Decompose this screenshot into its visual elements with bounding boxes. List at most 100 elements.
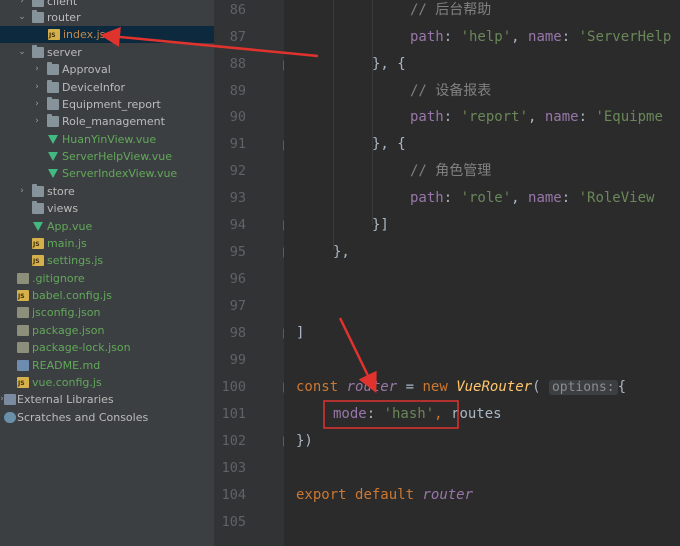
code-punct: : — [561, 29, 579, 45]
folder-icon — [47, 62, 59, 75]
tree-item-label: router — [47, 11, 81, 24]
js-file-icon — [17, 290, 29, 301]
tree-item-label: views — [47, 202, 79, 215]
code-property: path — [410, 109, 444, 125]
tree-item-label: Scratches and Consoles — [17, 411, 149, 424]
folder-icon — [47, 97, 59, 110]
tree-folder-deviceinfor[interactable]: › DeviceInfor — [0, 79, 214, 96]
code-property: name — [544, 109, 579, 125]
code-punct: ( — [532, 379, 541, 395]
tree-file-package-json[interactable]: package.json — [0, 322, 214, 339]
js-file-icon — [17, 377, 29, 388]
line-number: 98 — [229, 325, 246, 341]
tree-item-label: Role_management — [62, 115, 165, 128]
md-file-icon — [17, 360, 29, 371]
tree-item-label: ServerHelpView.vue — [62, 150, 172, 163]
code-line-95: }, — [333, 244, 350, 260]
tree-item-label: index.js — [63, 28, 106, 41]
tree-item-label: DeviceInfor — [62, 81, 125, 94]
code-keyword: export — [296, 487, 347, 503]
code-punct: { — [617, 379, 626, 395]
line-number: 90 — [229, 109, 246, 125]
folder-icon — [47, 80, 59, 93]
tree-file-settings-js[interactable]: settings.js — [0, 252, 214, 269]
tree-file-serverhelpview[interactable]: ServerHelpView.vue — [0, 148, 214, 165]
tree-external-libraries[interactable]: › External Libraries — [0, 391, 214, 408]
tree-file-huanyinview[interactable]: HuanYinView.vue — [0, 131, 214, 148]
code-line-91: }, { — [372, 136, 406, 152]
folder-icon — [32, 0, 44, 7]
tree-file-vue-config[interactable]: vue.config.js — [0, 374, 214, 391]
chevron-right-icon[interactable]: › — [17, 183, 27, 200]
code-variable: router — [422, 487, 474, 503]
tree-file-gitignore[interactable]: .gitignore — [0, 270, 214, 287]
line-number: 102 — [221, 433, 246, 449]
code-comment: // 后台帮助 — [410, 2, 492, 18]
tree-file-package-lock[interactable]: package-lock.json — [0, 339, 214, 356]
code-string: 'ServerHelp — [578, 29, 672, 45]
tree-file-app-vue[interactable]: App.vue — [0, 218, 214, 235]
code-comment: // 角色管理 — [410, 163, 492, 179]
tree-file-serverindexview[interactable]: ServerIndexView.vue — [0, 165, 214, 182]
code-punct: : — [578, 109, 596, 125]
code-property: mode — [333, 406, 367, 422]
code-property: path — [410, 190, 444, 206]
chevron-right-icon[interactable]: › — [32, 96, 42, 113]
code-property: name — [528, 190, 562, 206]
code-string: 'help' — [460, 29, 512, 45]
js-file-icon — [48, 29, 60, 40]
tree-item-label: main.js — [47, 237, 87, 250]
code-punct: : — [443, 190, 461, 206]
tree-file-readme[interactable]: README.md — [0, 357, 214, 374]
chevron-right-icon[interactable]: › — [32, 61, 42, 78]
line-number: 100 — [221, 379, 246, 395]
line-number: 99 — [229, 352, 246, 368]
code-string: 'report' — [460, 109, 529, 125]
code-line-87: path: 'help', name: 'ServerHelp — [410, 27, 671, 47]
tree-file-babel-config[interactable]: babel.config.js — [0, 287, 214, 304]
vue-file-icon — [47, 134, 59, 145]
code-variable: router — [346, 379, 398, 395]
code-string: 'role' — [460, 190, 512, 206]
code-line-86: // 后台帮助 — [410, 0, 491, 20]
code-punct: , — [511, 29, 529, 45]
tree-file-main-js[interactable]: main.js — [0, 235, 214, 252]
tree-scratches[interactable]: Scratches and Consoles — [0, 409, 214, 426]
folder-icon — [32, 201, 44, 214]
tree-item-label: jsconfig.json — [32, 306, 101, 319]
tree-folder-server[interactable]: ⌄ server — [0, 44, 214, 61]
tree-folder-equipment-report[interactable]: › Equipment_report — [0, 96, 214, 113]
code-punct: = — [397, 379, 423, 395]
code-line-92: // 角色管理 — [410, 161, 491, 181]
file-icon — [17, 273, 29, 284]
tree-file-index-js[interactable]: index.js — [0, 26, 214, 43]
code-punct: : — [443, 29, 461, 45]
code-class: VueRouter — [456, 379, 533, 395]
tree-item-label: README.md — [32, 359, 101, 372]
tree-folder-router[interactable]: ⌄ router — [0, 9, 214, 26]
tree-item-label: Approval — [62, 63, 111, 76]
tree-folder-store[interactable]: › store — [0, 183, 214, 200]
tree-folder-views[interactable]: views — [0, 200, 214, 217]
chevron-right-icon[interactable]: › — [32, 79, 42, 96]
tree-item-label: package.json — [32, 324, 105, 337]
tree-file-jsconfig[interactable]: jsconfig.json — [0, 304, 214, 321]
tree-folder-approval[interactable]: › Approval — [0, 61, 214, 78]
chevron-down-icon[interactable]: ⌄ — [17, 44, 27, 61]
chevron-right-icon[interactable]: › — [32, 113, 42, 130]
line-number: 105 — [221, 514, 246, 530]
line-number: 94 — [229, 217, 246, 233]
folder-icon — [32, 10, 44, 23]
code-line-94: }] — [372, 217, 389, 233]
code-keyword: new — [422, 379, 448, 395]
code-punct: : — [561, 190, 579, 206]
json-file-icon — [17, 325, 29, 336]
code-punct: , — [528, 109, 545, 125]
code-keyword: const — [296, 379, 339, 395]
code-punct: , — [511, 190, 529, 206]
indent-guide — [333, 0, 334, 250]
tree-item-label: ServerIndexView.vue — [62, 167, 178, 180]
line-number: 87 — [229, 29, 246, 45]
tree-folder-role-management[interactable]: › Role_management — [0, 113, 214, 130]
chevron-down-icon[interactable]: ⌄ — [17, 9, 27, 26]
